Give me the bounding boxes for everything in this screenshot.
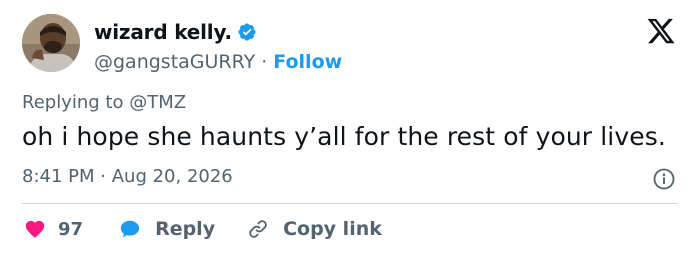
user-info: wizard kelly. @gangstaGURRY · Follow (94, 17, 342, 76)
separator-dot: · (261, 51, 268, 73)
like-button[interactable]: 97 (24, 218, 83, 240)
user-handle[interactable]: @gangstaGURRY (94, 51, 255, 73)
tweet-time[interactable]: 8:41 PM (22, 166, 95, 187)
meta-separator: · (100, 166, 106, 187)
reply-label: Reply (155, 218, 216, 240)
reply-button[interactable]: Reply (119, 218, 215, 240)
x-logo-icon[interactable] (646, 16, 676, 46)
avatar[interactable] (22, 14, 80, 72)
tweet-header: wizard kelly. @gangstaGURRY · Follow (22, 14, 678, 80)
heart-icon (25, 220, 45, 238)
replying-mention[interactable]: @TMZ (129, 92, 186, 113)
verified-badge-icon (238, 23, 256, 41)
info-icon[interactable] (652, 167, 676, 191)
follow-button[interactable]: Follow (273, 51, 342, 73)
speech-bubble-icon (120, 220, 140, 238)
replying-to: Replying to @TMZ (22, 92, 186, 113)
like-count: 97 (58, 218, 84, 240)
tweet-date[interactable]: Aug 20, 2026 (112, 166, 233, 187)
copy-link-label: Copy link (283, 218, 382, 240)
divider (22, 203, 678, 204)
name-row: wizard kelly. (94, 17, 342, 47)
handle-row: @gangstaGURRY · Follow (94, 48, 342, 76)
tweet-meta: 8:41 PM · Aug 20, 2026 (22, 166, 233, 187)
display-name[interactable]: wizard kelly. (94, 20, 232, 44)
copy-link-button[interactable]: Copy link (247, 218, 382, 240)
tweet-text: oh i hope she haunts y’all for the rest … (22, 122, 666, 151)
replying-prefix: Replying to (22, 92, 124, 113)
link-icon (249, 220, 267, 238)
action-bar: 97 Reply Copy link (22, 213, 382, 245)
